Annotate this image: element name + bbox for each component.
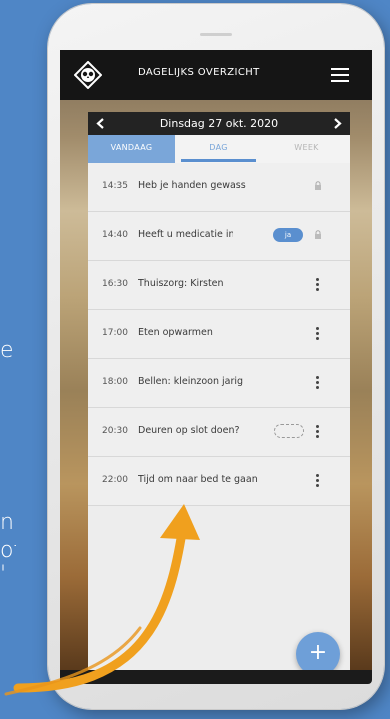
more-vertical-icon[interactable] <box>316 376 320 390</box>
row-time: 18:00 <box>102 377 128 387</box>
background-text-fragment: ' <box>0 562 7 587</box>
background-text-fragment: e <box>0 338 14 363</box>
row-time: 14:40 <box>102 230 128 240</box>
more-vertical-icon[interactable] <box>316 474 320 488</box>
row-time: 16:30 <box>102 279 128 289</box>
phone-speaker <box>200 33 232 36</box>
tab-week[interactable]: WEEK <box>263 135 350 163</box>
tab-dag[interactable]: DAG <box>175 135 262 163</box>
phone-screen: DAGELIJKS OVERZICHT Dinsdag 27 okt. 2020… <box>60 50 372 670</box>
row-title: Deuren op slot doen? <box>138 425 240 436</box>
more-vertical-icon[interactable] <box>316 425 320 439</box>
date-navigation-bar: Dinsdag 27 okt. 2020 <box>88 112 350 135</box>
schedule-row[interactable]: 22:00 Tijd om naar bed te gaan <box>88 457 350 506</box>
view-tabs: VANDAAG DAG WEEK <box>88 135 350 163</box>
row-time: 20:30 <box>102 426 128 436</box>
phone-frame: DAGELIJKS OVERZICHT Dinsdag 27 okt. 2020… <box>48 4 384 709</box>
row-title: Bellen: kleinzoon jarig <box>138 376 244 387</box>
schedule-card: Dinsdag 27 okt. 2020 VANDAAG DAG WEEK 14… <box>88 112 350 670</box>
lock-icon <box>315 230 321 239</box>
owl-logo-icon <box>74 61 102 89</box>
row-time: 14:35 <box>102 181 128 191</box>
page-title: DAGELIJKS OVERZICHT <box>138 67 260 78</box>
schedule-list: 14:35 Heb je handen gewass 14:40 Heeft u… <box>88 163 350 506</box>
answer-toggle[interactable] <box>274 424 304 438</box>
row-time: 17:00 <box>102 328 128 338</box>
row-title: Heb je handen gewass <box>138 180 246 191</box>
tab-vandaag[interactable]: VANDAAG <box>88 135 175 163</box>
schedule-row[interactable]: 14:40 Heeft u medicatie inge ja <box>88 212 350 261</box>
more-vertical-icon[interactable] <box>316 278 320 292</box>
background-text-fragment: n <box>0 510 14 535</box>
row-title: Tijd om naar bed te gaan <box>138 474 258 485</box>
chevron-right-icon[interactable] <box>332 118 342 129</box>
background-text-fragment: of <box>0 538 16 563</box>
answer-badge: ja <box>273 228 303 242</box>
row-title: Heeft u medicatie inge <box>138 229 233 240</box>
schedule-row[interactable]: 16:30 Thuiszorg: Kirsten <box>88 261 350 310</box>
app-top-bar: DAGELIJKS OVERZICHT <box>60 50 372 100</box>
phone-bottom-bezel <box>60 670 372 684</box>
schedule-row[interactable]: 18:00 Bellen: kleinzoon jarig <box>88 359 350 408</box>
current-date: Dinsdag 27 okt. 2020 <box>159 117 279 130</box>
schedule-row[interactable]: 17:00 Eten opwarmen <box>88 310 350 359</box>
lock-icon <box>315 181 321 190</box>
more-vertical-icon[interactable] <box>316 327 320 341</box>
schedule-row[interactable]: 14:35 Heb je handen gewass <box>88 163 350 212</box>
hamburger-menu-icon[interactable] <box>331 68 349 82</box>
schedule-row[interactable]: 20:30 Deuren op slot doen? <box>88 408 350 457</box>
row-time: 22:00 <box>102 475 128 485</box>
row-title: Thuiszorg: Kirsten <box>138 278 224 289</box>
add-button[interactable]: + <box>296 632 340 670</box>
row-title: Eten opwarmen <box>138 327 213 338</box>
